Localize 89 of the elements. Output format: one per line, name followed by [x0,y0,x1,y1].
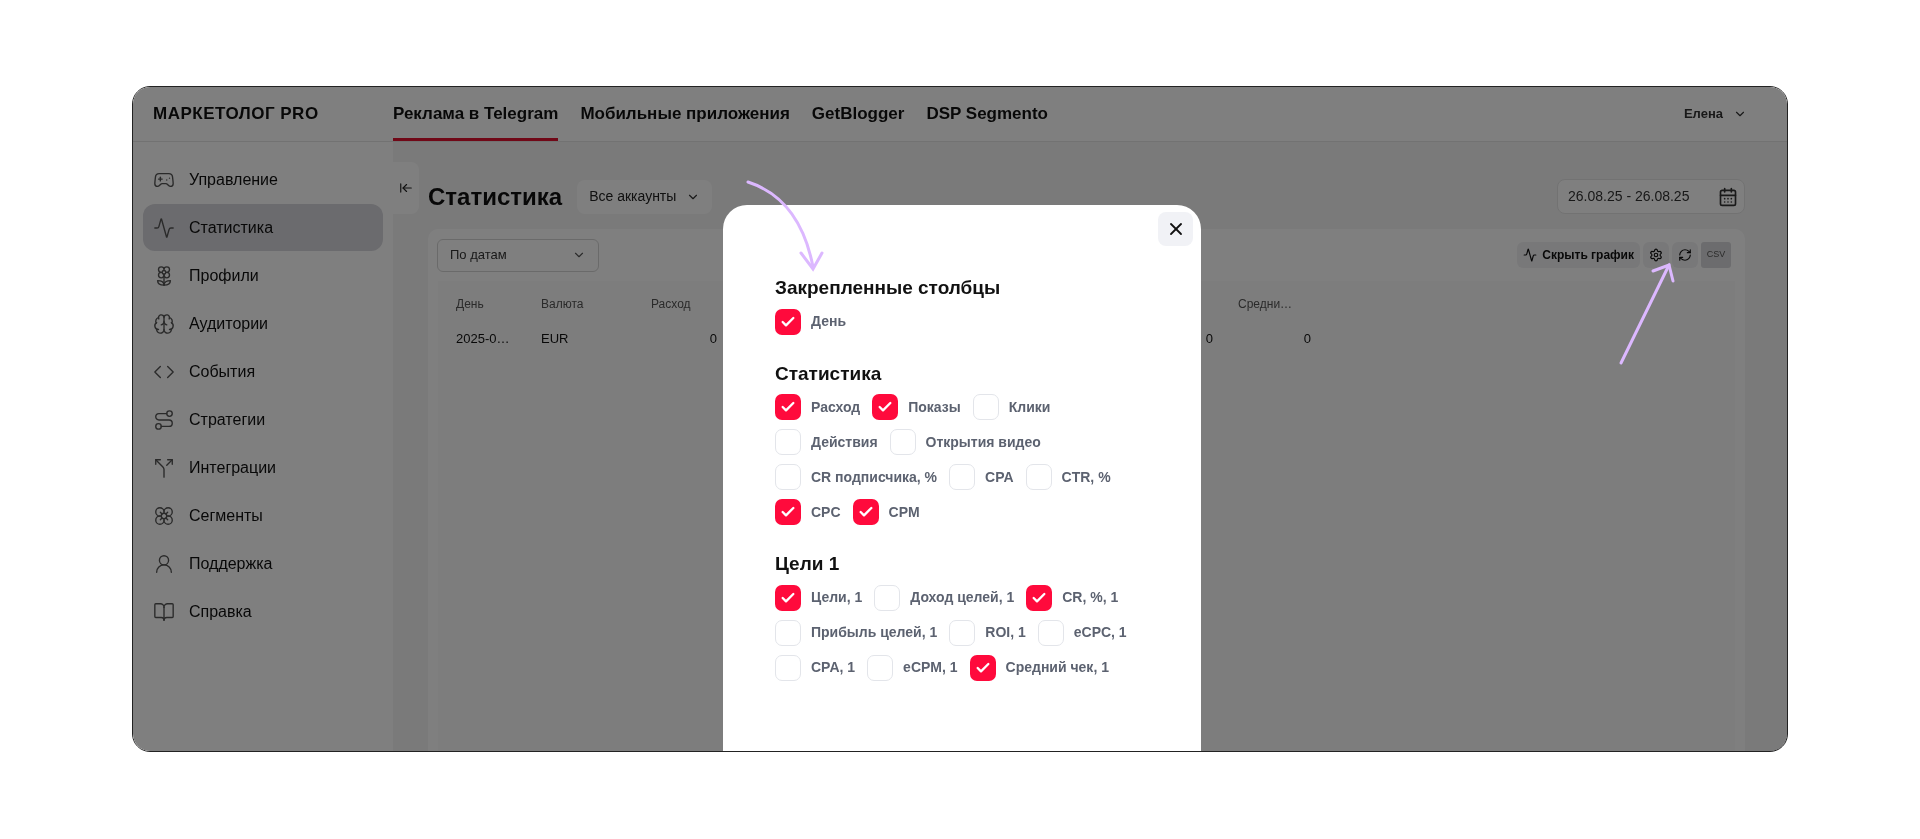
sidebar-item[interactable]: Справка [143,588,383,635]
option-label[interactable]: Средний чек, 1 [1005,657,1109,678]
sidebar-item[interactable]: Поддержка [143,540,383,587]
calendar-icon[interactable] [1718,186,1738,207]
option-label[interactable]: eCPC, 1 [1073,622,1127,643]
checkbox[interactable] [949,619,976,646]
checkbox[interactable] [867,654,894,681]
section-title: Статистика [775,361,883,386]
option-label[interactable]: Прибыль целей, 1 [811,622,938,643]
refresh-button[interactable] [1672,242,1698,268]
section-title: Цели 1 [775,552,841,576]
collapse-button[interactable] [393,162,419,214]
table-cell-text: 2025-0… [456,330,511,349]
table-cell-text: 0 [1204,330,1213,349]
settings-button[interactable] [1643,242,1669,268]
close-button[interactable] [1158,212,1193,246]
person-icon [153,552,175,575]
user-name[interactable]: Елена [1683,104,1723,124]
checkbox[interactable] [1037,619,1064,646]
checkbox[interactable] [775,619,801,646]
sidebar-item[interactable]: Сегменты [143,492,383,539]
checkbox[interactable] [889,429,916,455]
option-label[interactable]: CPC [811,501,841,523]
checkbox[interactable] [775,584,801,611]
group-select[interactable]: По датам [437,238,599,272]
split-icon [153,456,175,479]
nav-tab[interactable]: DSP Segmento [926,87,1048,141]
column-header: День [456,296,485,313]
pulse-icon [1523,248,1538,262]
option-label[interactable]: Доход целей, 1 [910,587,1015,608]
collapse-icon [399,181,413,195]
sidebar-item[interactable]: Статистика [143,204,383,251]
checkbox[interactable] [1026,584,1053,611]
flower-icon [153,504,175,527]
date-range-field[interactable]: 26.08.25 - 26.08.25 [1557,179,1745,214]
checkbox[interactable] [775,429,801,455]
sidebar-item[interactable]: Профили [143,252,383,299]
option-label[interactable]: CTR, % [1061,466,1111,488]
checkbox[interactable] [1025,464,1052,490]
option-label[interactable]: CPM [888,501,920,523]
checkbox[interactable] [874,584,901,611]
table-cell-text: 0 [708,330,717,349]
option-label[interactable]: ROI, 1 [985,622,1026,643]
account-select[interactable]: Все аккаунты [577,179,713,214]
option-label[interactable]: CPA [985,466,1014,488]
sidebar-item[interactable]: Управление [143,156,383,203]
option-label[interactable]: Открытия видео [925,431,1041,453]
checkbox[interactable] [775,654,801,681]
checkbox[interactable] [775,499,801,525]
book-icon [153,600,175,623]
sidebar-item[interactable]: События [143,348,383,395]
option-label[interactable]: CPA, 1 [811,657,856,678]
brand-logo: МАРКЕТОЛОГ PRO [153,103,320,126]
column-header: Расход [651,296,692,313]
pulse-icon [153,216,175,239]
column-header: Валюта [541,296,585,313]
sidebar-item[interactable]: Стратегии [143,396,383,443]
column-header: Средни… [1238,296,1294,313]
section-title: Закрепленные столбцы [775,276,1002,300]
option-label[interactable]: Показы [908,396,961,418]
brain-icon [153,312,175,335]
table-cell-text: 0 [1302,330,1311,349]
table-cell-text: EUR [541,330,570,349]
checkbox[interactable] [775,394,801,420]
option-label[interactable]: eCPM, 1 [903,657,958,678]
checkbox[interactable] [852,499,879,525]
refresh-icon [1678,248,1692,262]
option-label[interactable]: Цели, 1 [811,587,863,608]
page-title: Статистика [428,181,563,212]
sidebar-item[interactable]: Интеграции [143,444,383,491]
option-label[interactable]: Действия [811,431,878,453]
checkbox[interactable] [775,464,801,490]
sidebar-item[interactable]: Аудитории [143,300,383,347]
nav-tab[interactable]: Реклама в Telegram [393,87,559,141]
checkbox[interactable] [872,394,899,420]
checkbox[interactable] [969,654,996,681]
checkbox[interactable] [775,308,801,335]
route-icon [153,408,175,431]
settings-icon [1649,248,1663,262]
option-label[interactable]: CR подписчика, % [811,466,938,488]
hide-chart-button[interactable]: Скрыть график [1517,242,1640,268]
checkbox[interactable] [949,464,976,490]
nav-tab[interactable]: GetBlogger [811,87,905,141]
option-label[interactable]: Расход [811,396,861,418]
option-label[interactable]: День [811,311,846,332]
option-label[interactable]: Клики [1008,396,1051,418]
nav-tab[interactable]: Мобильные приложения [580,87,790,141]
checkbox[interactable] [972,394,999,420]
option-label[interactable]: CR, %, 1 [1062,587,1119,608]
